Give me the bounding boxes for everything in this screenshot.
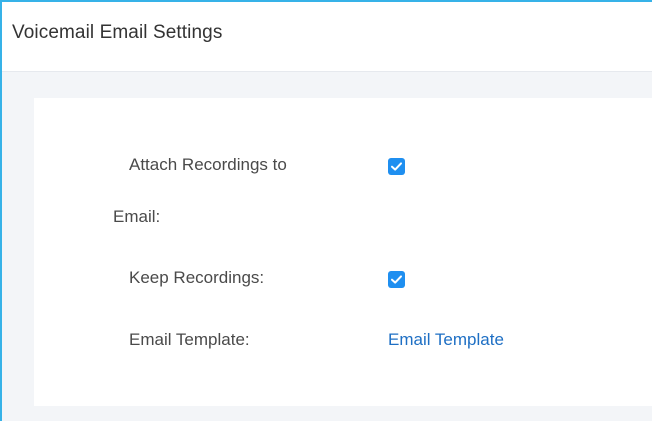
settings-panel: Attach Recordings to Email: Keep Recordi…: [34, 98, 652, 406]
keep-recordings-label: Keep Recordings:: [129, 268, 265, 287]
attach-recordings-label-line1: Attach Recordings to: [129, 155, 287, 174]
attach-recordings-checkbox[interactable]: [388, 158, 405, 175]
attach-recordings-label-line2: Email:: [113, 207, 161, 226]
section-title: Voicemail Email Settings: [12, 22, 223, 43]
check-icon: [391, 275, 402, 284]
section-header: Voicemail Email Settings: [2, 2, 652, 72]
email-template-label: Email Template:: [129, 330, 250, 349]
keep-recordings-checkbox[interactable]: [388, 271, 405, 288]
voicemail-email-settings-frame: Voicemail Email Settings Attach Recordin…: [0, 0, 652, 421]
check-icon: [391, 162, 402, 171]
email-template-link[interactable]: Email Template: [388, 330, 504, 350]
